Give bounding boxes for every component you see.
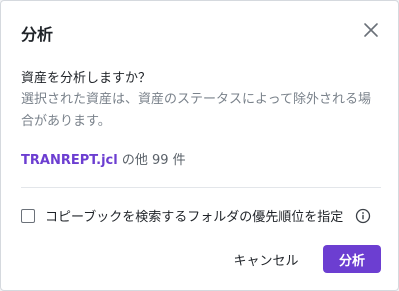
exclusion-note: 選択された資産は、資産のステータスによって除外される場合があります。 [21, 92, 371, 129]
confirm-question: 資産を分析しますか？ [21, 71, 152, 86]
copybook-priority-checkbox[interactable] [21, 208, 35, 223]
dialog-title: 分析 [21, 25, 54, 44]
close-button[interactable] [360, 19, 382, 41]
info-icon[interactable] [355, 208, 371, 224]
asset-count-text: の他 99 件 [117, 153, 186, 168]
analyze-button[interactable]: 分析 [323, 245, 381, 273]
selected-assets-summary: TRANREPT.jcl の他 99 件 [21, 149, 186, 168]
cancel-button[interactable]: キャンセル [227, 245, 305, 273]
copybook-priority-option: コピーブックを検索するフォルダの優先順位を指定 [21, 206, 371, 225]
divider [21, 187, 381, 188]
info-icon [356, 208, 371, 223]
analyze-dialog: 分析 資産を分析しますか？ 選択された資産は、資産のステータスによって除外される… [0, 0, 399, 291]
copybook-priority-label: コピーブックを検索するフォルダの優先順位を指定 [45, 210, 344, 225]
close-icon [364, 23, 378, 37]
asset-name: TRANREPT.jcl [21, 153, 118, 168]
